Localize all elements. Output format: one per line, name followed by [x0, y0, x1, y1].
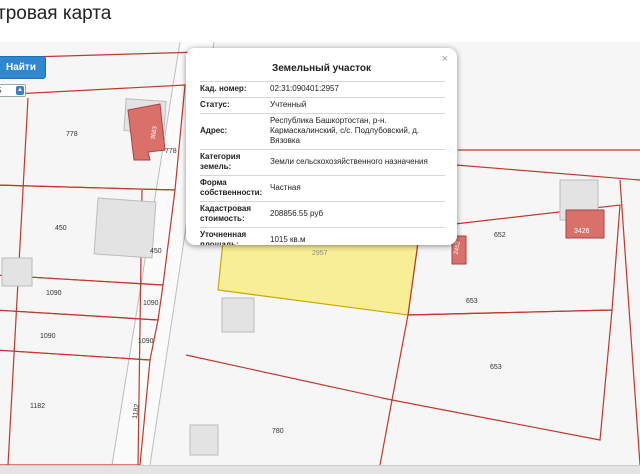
parcel-label-2957: 2957 [312, 250, 328, 257]
parcel-label-1182a: 1182 [30, 403, 46, 410]
popup-title: Земельный участок [271, 63, 372, 74]
info-key: Форма собственности: [200, 175, 268, 202]
info-value: 1015 кв.м [268, 227, 445, 245]
parcel-label-1090d: 1090 [138, 338, 154, 345]
info-value: Учтенный [268, 97, 445, 114]
info-row-ownership: Форма собственности: Частная [200, 175, 445, 202]
info-value: Частная [268, 175, 445, 202]
parcel-label-450b: 450 [150, 248, 162, 255]
parcel-label-778: 778 [66, 131, 78, 138]
page-title: тровая карта [0, 3, 112, 24]
info-key: Уточненная площадь: [200, 227, 268, 245]
info-row-cadastral-number: Кад. номер: 02:31:090401:2957 [200, 81, 445, 98]
chevron-updown-icon: ▲ [16, 86, 24, 95]
parcel-info-popup: Земельный участок × Кад. номер: 02:31:09… [186, 48, 457, 245]
page-header: тровая карта [0, 0, 640, 42]
parcel-label-1090b: 1090 [143, 300, 159, 307]
info-key: Кад. номер: [200, 81, 268, 98]
parcel-label-450: 450 [55, 225, 67, 232]
info-row-address: Адрес: Республика Башкортостан, р-н. Кар… [200, 113, 445, 150]
parcel-label-653b: 653 [490, 364, 502, 371]
parcel-info-table: Кад. номер: 02:31:090401:2957 Статус: Уч… [200, 81, 445, 245]
info-value: Республика Башкортостан, р-н. Кармаскали… [268, 113, 445, 150]
info-row-land-category: Категория земель: Земли сельскохозяйстве… [200, 149, 445, 176]
info-key: Адрес: [200, 113, 268, 150]
info-key: Категория земель: [200, 149, 268, 176]
info-row-status: Статус: Учтенный [200, 97, 445, 114]
parcel-label-652: 652 [494, 232, 506, 239]
info-key: Кадастровая стоимость: [200, 201, 268, 228]
building-label-3426: 3426 [574, 228, 590, 235]
parcel-label-653a: 653 [466, 298, 478, 305]
info-row-area: Уточненная площадь: 1015 кв.м [200, 227, 445, 245]
info-value: Земли сельскохозяйственного назначения [268, 149, 445, 176]
info-row-cadastral-value: Кадастровая стоимость: 208856.55 руб [200, 201, 445, 228]
layer-select-value: 5 [0, 86, 1, 95]
parcel-label-780: 780 [272, 428, 284, 435]
layer-select[interactable]: 5 ▲ [0, 84, 26, 97]
building-3683[interactable] [127, 103, 166, 161]
parcel-label-778b: 778 [165, 148, 177, 155]
info-value: 208856.55 руб [268, 201, 445, 228]
info-value: 02:31:090401:2957 [268, 81, 445, 98]
close-icon[interactable]: × [442, 53, 448, 65]
parcel-label-1090a: 1090 [46, 290, 62, 297]
parcel-label-1090c: 1090 [40, 333, 56, 340]
info-key: Статус: [200, 97, 268, 114]
find-button[interactable]: Найти [0, 56, 46, 79]
parcel-653[interactable] [391, 309, 613, 441]
